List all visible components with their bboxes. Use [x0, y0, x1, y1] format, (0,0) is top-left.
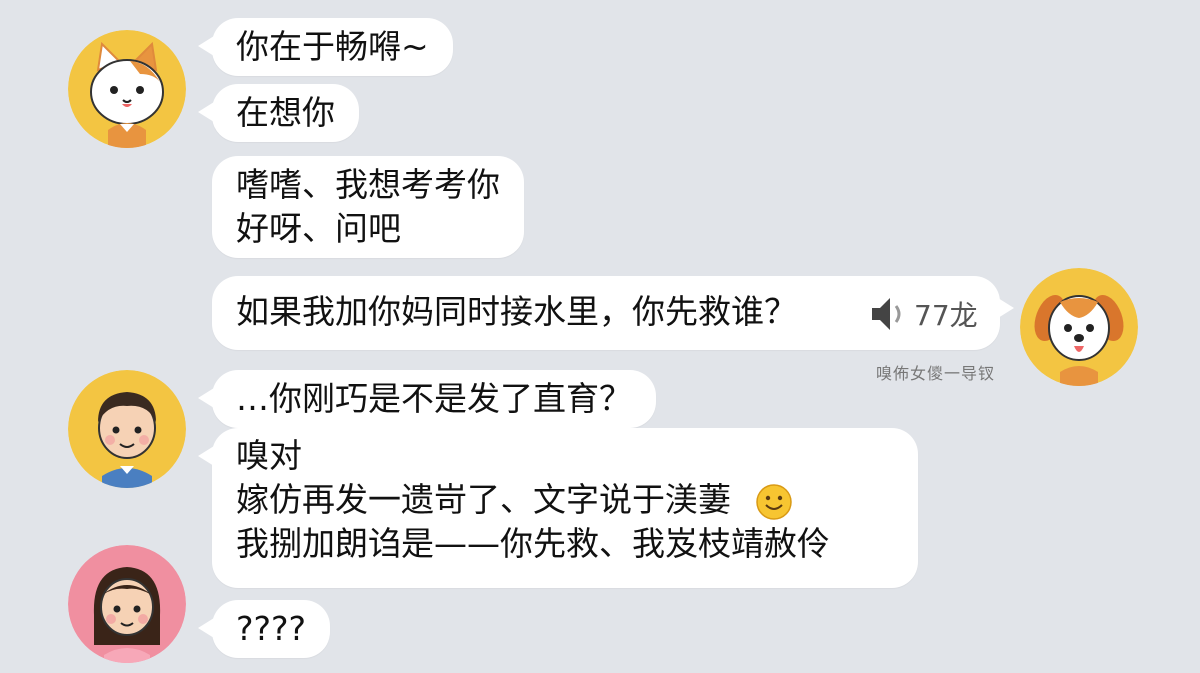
message-text: …你刚巧是不是发了直育？ [236, 379, 632, 418]
cat-avatar-icon [68, 30, 186, 148]
message-text: 好呀、问吧 [236, 209, 401, 248]
message-bubble-2[interactable]: 在想你 [198, 84, 359, 142]
voice-message[interactable]: 77龙 [866, 292, 978, 336]
cat-avatar[interactable] [68, 30, 186, 148]
message-bubble-6[interactable]: 嗅对 嫁仿再发一遗岢了、文字说于渼萋 我捌加朗诌是——你先救、我岌枝靖赦伶 [198, 428, 918, 588]
message-bubble-7[interactable]: ???? [197, 600, 331, 658]
message-bubble-3[interactable]: 嗜嗜、我想考考你 好呀、问吧 [212, 156, 524, 258]
voice-caption: 嗅佈女儍一导钗 [876, 364, 996, 383]
speaker-icon [872, 298, 901, 330]
message-bubble-5[interactable]: …你刚巧是不是发了直育？ [198, 370, 656, 428]
message-text: 嫁仿再发一遗岢了、文字说于渼萋 [236, 480, 731, 519]
message-text: 在想你 [236, 93, 335, 132]
girl-avatar[interactable] [68, 545, 186, 663]
message-text: 嗅对 [236, 436, 302, 475]
message-text: 嗜嗜、我想考考你 [236, 165, 500, 204]
smile-emoji-icon [755, 483, 792, 520]
message-text: ???? [236, 609, 307, 648]
dog-avatar-icon [1020, 268, 1138, 386]
girl-avatar-icon [68, 545, 186, 663]
dog-avatar[interactable] [1020, 268, 1138, 386]
message-text-with-emoji: 嫁仿再发一遗岢了、文字说于渼萋 [236, 478, 894, 522]
message-text: 你在于畅嘚~ [236, 27, 429, 66]
boy-avatar-icon [68, 370, 186, 488]
boy-avatar[interactable] [68, 370, 186, 488]
message-text: 如果我加你妈同时接水里，你先救谁？ [236, 292, 797, 331]
voice-duration: 77龙 [914, 299, 978, 332]
message-text: 我捌加朗诌是——你先救、我岌枝靖赦伶 [236, 524, 830, 563]
message-bubble-1[interactable]: 你在于畅嘚~ [198, 18, 453, 76]
